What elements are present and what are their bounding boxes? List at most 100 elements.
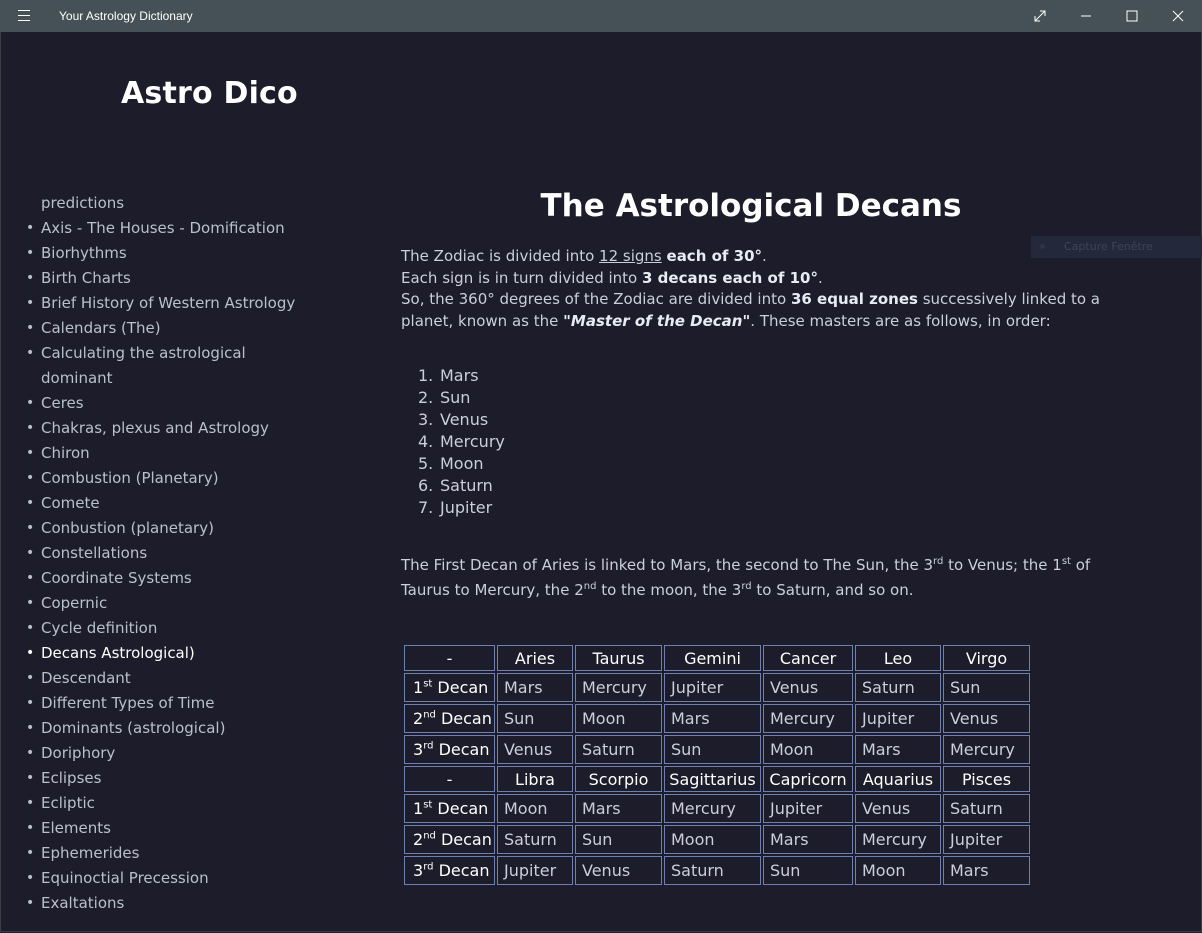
capture-window-overlay[interactable]: Capture Fenêtre xyxy=(1031,236,1202,258)
table-row: 1st Decan Mars Mercury Jupiter Venus Saturn Su… xyxy=(404,673,1030,702)
planet-cell: Mars xyxy=(763,825,853,854)
bullet-icon: • xyxy=(26,545,35,561)
planet-cell: Venus xyxy=(943,704,1030,733)
ordinal-suffix: rd xyxy=(423,740,434,752)
sidebar-item[interactable]: • Equinoctial Precession xyxy=(25,866,335,891)
bullet-icon: • xyxy=(26,870,35,886)
sidebar-item[interactable]: • Calculating the astrological xyxy=(25,341,335,366)
bullet-icon: • xyxy=(26,320,35,336)
sign-header-cell: Leo xyxy=(855,645,941,671)
planet-cell: Jupiter xyxy=(943,825,1030,854)
intro-text: So, the 360° degrees of the Zodiac are d… xyxy=(401,290,791,308)
decan-label-cell: 2nd Decan xyxy=(404,704,495,733)
intro-text: Each sign is in turn divided into xyxy=(401,268,643,287)
table-header-row: - Libra Scorpio Sagittarius Capricorn Aquariu… xyxy=(404,766,1030,792)
bullet-icon: • xyxy=(26,670,35,686)
decan-linking-paragraph: The First Decan of Aries is linked to Ma… xyxy=(401,553,1106,603)
link-12-signs[interactable]: 12 signs xyxy=(599,247,662,265)
sidebar-item[interactable]: • Biorhythms xyxy=(25,241,335,266)
sidebar-item[interactable]: • Combustion (Planetary) xyxy=(25,466,335,491)
sidebar-item[interactable]: • Constellations xyxy=(25,541,335,566)
sidebar-item[interactable]: predictions xyxy=(25,191,335,216)
bullet-icon: • xyxy=(26,695,35,711)
decan-label-cell: 3rd Decan xyxy=(404,856,495,885)
record-icon xyxy=(1040,244,1045,249)
ordinal-suffix: nd xyxy=(583,581,597,592)
bullet-icon: • xyxy=(26,445,35,461)
ordinal-suffix: nd xyxy=(423,830,436,842)
bullet-icon: • xyxy=(26,645,35,661)
sidebar-item-label: dominant xyxy=(41,369,113,387)
sidebar-item[interactable]: • Ceres xyxy=(25,391,335,416)
sidebar-item-label: Copernic xyxy=(41,594,108,612)
sign-header-cell: Scorpio xyxy=(575,766,662,792)
maximize-button[interactable] xyxy=(1109,0,1155,32)
sidebar-item[interactable]: • Chakras, plexus and Astrology xyxy=(25,416,335,441)
sidebar-item[interactable]: • Ecliptic xyxy=(25,791,335,816)
sign-header-cell: Gemini xyxy=(664,645,761,671)
sidebar-item[interactable]: • Exaltations xyxy=(25,891,335,916)
sidebar-item[interactable]: • Ephemerides xyxy=(25,841,335,866)
bullet-icon: • xyxy=(26,620,35,636)
bullet-icon: • xyxy=(26,520,35,536)
sidebar-item[interactable]: • Doriphory xyxy=(25,741,335,766)
sidebar-item[interactable]: • Brief History of Western Astrology xyxy=(25,291,335,316)
planet-cell: Mars xyxy=(575,794,662,823)
sign-header-cell: Cancer xyxy=(763,645,853,671)
intro-text: . These masters are as follows, in order… xyxy=(750,311,1051,330)
sidebar-item[interactable]: • Cycle definition xyxy=(25,616,335,641)
sign-header-cell: Libra xyxy=(497,766,573,792)
sidebar-item[interactable]: dominant xyxy=(25,366,335,391)
sidebar-item[interactable]: • Chiron xyxy=(25,441,335,466)
sidebar-item[interactable]: • Decans Astrological) xyxy=(25,641,335,666)
decans-table: - Aries Taurus Gemini Cancer Leo Virgo 1st Deca… xyxy=(402,643,1032,887)
sidebar-item-label: Constellations xyxy=(41,544,148,562)
fullscreen-button[interactable] xyxy=(1017,0,1063,32)
list-item: 7. Jupiter xyxy=(418,497,505,519)
sidebar-item[interactable]: • Eclipses xyxy=(25,766,335,791)
sidebar-item[interactable]: • Coordinate Systems xyxy=(25,566,335,591)
sidebar-item[interactable]: • Comete xyxy=(25,491,335,516)
hamburger-menu-icon[interactable] xyxy=(18,10,30,21)
planet-cell: Mars xyxy=(855,735,941,764)
bullet-icon: • xyxy=(26,245,35,261)
list-number: 6. xyxy=(418,476,434,495)
planet-name: Sun xyxy=(440,388,471,407)
bullet-icon: • xyxy=(26,345,35,361)
sidebar-item[interactable]: • Calendars (The) xyxy=(25,316,335,341)
sign-header-cell: Virgo xyxy=(943,645,1030,671)
linking-text: to Saturn, and so on. xyxy=(751,581,914,599)
sidebar-item[interactable]: • Conbustion (planetary) xyxy=(25,516,335,541)
sidebar-item[interactable]: • Birth Charts xyxy=(25,266,335,291)
sidebar-item[interactable]: • Copernic xyxy=(25,591,335,616)
planet-name: Mars xyxy=(440,366,479,385)
sidebar-item[interactable]: • Elements xyxy=(25,816,335,841)
sidebar-item[interactable]: • Dominants (astrological) xyxy=(25,716,335,741)
sidebar-item-label: Ephemerides xyxy=(41,844,140,862)
bullet-icon: • xyxy=(26,270,35,286)
planet-cell: Mercury xyxy=(575,673,662,702)
decan-word: Decan xyxy=(432,678,489,697)
ordinal-suffix: st xyxy=(423,678,433,690)
planet-cell: Moon xyxy=(664,825,761,854)
sidebar-item-label: Doriphory xyxy=(41,744,116,762)
decan-label-cell: 3rd Decan xyxy=(404,735,495,764)
planet-cell: Jupiter xyxy=(855,704,941,733)
close-button[interactable] xyxy=(1155,0,1201,32)
sidebar-item[interactable]: • Different Types of Time xyxy=(25,691,335,716)
list-item: 3. Venus xyxy=(418,409,505,431)
sidebar-item[interactable]: • Axis - The Houses - Domification xyxy=(25,216,335,241)
planet-cell: Moon xyxy=(575,704,662,733)
planet-cell: Venus xyxy=(497,735,573,764)
sidebar-item-label: Chakras, plexus and Astrology xyxy=(41,419,269,437)
ordinal-suffix: rd xyxy=(423,861,434,873)
sidebar-item[interactable]: • Descendant xyxy=(25,666,335,691)
sidebar-item-label: Brief History of Western Astrology xyxy=(41,294,296,312)
bullet-icon: • xyxy=(26,820,35,836)
table-header-row: - Aries Taurus Gemini Cancer Leo Virgo xyxy=(404,645,1030,671)
sidebar-item-label: Birth Charts xyxy=(41,269,131,287)
sidebar-item-label: Calendars (The) xyxy=(41,319,161,337)
minimize-button[interactable] xyxy=(1063,0,1109,32)
table-corner-cell: - xyxy=(404,645,495,671)
intro-text: The Zodiac is divided into xyxy=(401,247,600,265)
